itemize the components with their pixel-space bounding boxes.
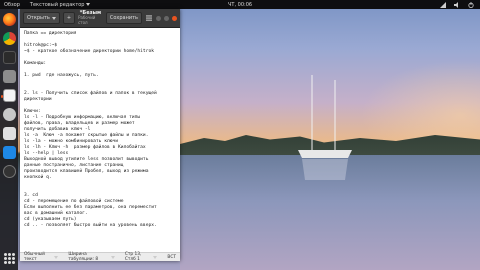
app-icon-2[interactable] — [2, 146, 16, 159]
header-bar: Открыть + *Безым Рабочий стол Сохранить — [20, 9, 180, 28]
text-editor-window: Открыть + *Безым Рабочий стол Сохранить … — [20, 9, 180, 262]
cursor-position-label: Стр 13, Стлб 1 — [124, 252, 142, 262]
window-title: *Безым Рабочий стол — [78, 10, 103, 25]
hamburger-menu-icon[interactable] — [145, 14, 153, 22]
status-bar: Обычный текст Ширина табуляции: 8 Стр 13… — [20, 252, 180, 262]
chevron-down-icon — [54, 255, 59, 259]
network-icon — [440, 1, 446, 8]
text-line: ~$ - краткое обозначение директории home… — [24, 49, 154, 54]
files-icon[interactable] — [2, 70, 16, 83]
chevron-down-icon — [86, 3, 91, 6]
clock[interactable]: ЧТ, 00:06 — [228, 2, 252, 8]
system-tray[interactable] — [440, 1, 474, 8]
syntax-label: Обычный текст — [24, 252, 45, 262]
activities-button[interactable]: Обзор — [4, 2, 20, 8]
tab-width-label: Ширина табуляции: 8 — [68, 252, 99, 262]
maximize-button[interactable] — [164, 15, 169, 21]
wallpaper-sailboat — [298, 75, 352, 180]
document-path: Рабочий стол — [78, 15, 96, 25]
insert-mode[interactable]: ВСТ — [167, 255, 176, 260]
show-apps-icon[interactable] — [3, 253, 15, 264]
chevron-down-icon — [110, 255, 115, 259]
chevron-down-icon — [153, 255, 158, 259]
app-icon[interactable] — [2, 127, 16, 140]
minimize-button[interactable] — [156, 15, 161, 21]
top-bar: Обзор Текстовый редактор ЧТ, 00:06 — [0, 0, 480, 9]
new-tab-button[interactable]: + — [62, 12, 76, 24]
text-line: cd .. - позволяет быстро выйти на уровен… — [24, 223, 157, 228]
cursor-position[interactable]: Стр 13, Стлб 1 — [125, 252, 158, 262]
open-button-label: Открыть — [27, 15, 50, 21]
terminal-icon[interactable] — [2, 51, 16, 64]
firefox-icon[interactable] — [2, 13, 16, 26]
app-icon-3[interactable] — [2, 165, 16, 178]
save-button[interactable]: Сохранить — [105, 12, 142, 24]
chrome-icon[interactable] — [2, 32, 16, 45]
volume-icon — [454, 1, 458, 8]
syntax-selector[interactable]: Обычный текст — [24, 252, 59, 262]
app-menu[interactable]: Текстовый редактор — [30, 2, 91, 8]
chevron-down-icon — [51, 16, 56, 20]
settings-icon[interactable] — [2, 108, 16, 121]
power-icon — [468, 1, 474, 8]
open-button[interactable]: Открыть — [23, 12, 60, 24]
text-editor-icon[interactable] — [0, 89, 16, 102]
tab-width-selector[interactable]: Ширина табуляции: 8 — [68, 252, 115, 262]
app-menu-label: Текстовый редактор — [29, 1, 85, 8]
text-area[interactable]: Папка == директория hitrok@pc:~$ ~$ - кра… — [20, 28, 180, 252]
dock — [0, 9, 18, 270]
close-button[interactable] — [172, 15, 177, 21]
